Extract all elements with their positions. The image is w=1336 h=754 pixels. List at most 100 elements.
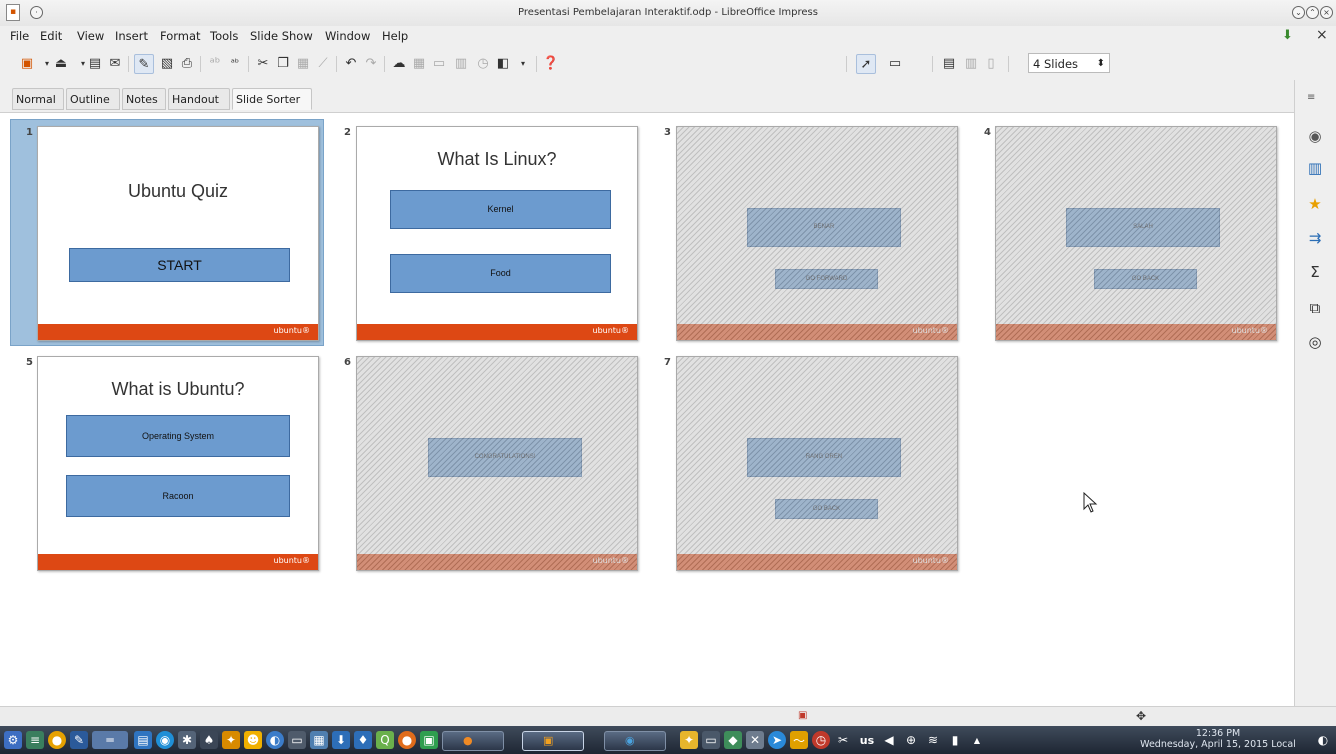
sidebar-menu-icon[interactable]: ≡ <box>1307 92 1315 103</box>
autospell-icon[interactable]: ᵃᵇ <box>226 54 244 72</box>
download-icon[interactable]: ⬇ <box>332 731 350 749</box>
menu-file[interactable]: File <box>10 29 29 43</box>
cut-icon[interactable]: ✂ <box>254 54 272 72</box>
maximize-icon[interactable]: ⌃ <box>1306 6 1319 19</box>
menu-window[interactable]: Window <box>325 29 370 43</box>
battery-icon[interactable]: ▮ <box>946 731 964 749</box>
alarm-tray-icon[interactable]: ◷ <box>812 731 830 749</box>
tab-notes[interactable]: Notes <box>122 88 166 110</box>
store-icon[interactable]: ✦ <box>680 731 698 749</box>
network-tool-icon[interactable]: ◐ <box>266 731 284 749</box>
edit-mode-icon[interactable]: ✎ <box>134 54 154 74</box>
menu-edit[interactable]: Edit <box>40 29 62 43</box>
screen-icon[interactable]: ▭ <box>288 731 306 749</box>
select-pointer-icon[interactable]: ➚ <box>856 54 876 74</box>
show-slide-icon[interactable]: ▯ <box>982 54 1000 72</box>
grid-icon[interactable]: ▥ <box>452 54 470 72</box>
slide-layout-icon[interactable]: ◧ <box>494 54 512 72</box>
tab-slide-sorter[interactable]: Slide Sorter <box>232 88 312 110</box>
redo-icon[interactable]: ↷ <box>362 54 380 72</box>
menu-format[interactable]: Format <box>160 29 201 43</box>
settings-icon[interactable]: ✱ <box>178 731 196 749</box>
slide-thumbnail-5[interactable]: What is Ubuntu? Operating System Racoon … <box>37 356 319 571</box>
document-modified-icon[interactable]: ▣ <box>798 710 807 721</box>
files-icon[interactable]: ▤ <box>134 731 152 749</box>
taskbar-clock[interactable]: 12:36 PM Wednesday, April 15, 2015 Local <box>1128 728 1308 750</box>
copy-icon[interactable]: ❐ <box>274 54 292 72</box>
clone-formatting-icon[interactable]: ⟋ <box>314 54 332 72</box>
email-icon[interactable]: ✉ <box>106 54 124 72</box>
display-tray-icon[interactable]: ▭ <box>702 731 720 749</box>
navigator-icon[interactable]: ⇉ <box>1305 228 1325 248</box>
animation-icon[interactable]: ⧉ <box>1305 298 1325 318</box>
paint-icon[interactable]: ✦ <box>222 731 240 749</box>
layout-dropdown-icon[interactable]: ▾ <box>514 54 532 72</box>
qt-icon[interactable]: Q <box>376 731 394 749</box>
usb-icon[interactable]: ⊕ <box>902 731 920 749</box>
logout-icon[interactable]: ◐ <box>1314 731 1332 749</box>
messenger-icon[interactable]: ☻ <box>244 731 262 749</box>
telegram-tray-icon[interactable]: ➤ <box>768 731 786 749</box>
wifi-icon[interactable]: ≋ <box>924 731 942 749</box>
keyboard-layout[interactable]: us <box>856 731 878 749</box>
slides-per-row-spinner[interactable]: 4 Slides ⬍ <box>1028 53 1110 73</box>
menu-insert[interactable]: Insert <box>115 29 148 43</box>
menu-slide-show[interactable]: Slide Show <box>250 29 313 43</box>
task-window-other[interactable]: ◉ <box>604 731 666 751</box>
notes-icon[interactable]: ▦ <box>310 731 328 749</box>
terminal-icon[interactable]: ♠ <box>200 731 218 749</box>
undo-icon[interactable]: ↶ <box>342 54 360 72</box>
slide-transition-icon[interactable]: Σ <box>1305 262 1325 282</box>
text-editor-icon[interactable]: ✎ <box>70 731 88 749</box>
spelling-icon[interactable]: ᵃᵇ <box>206 54 224 72</box>
hyperlink-icon[interactable]: ☁ <box>390 54 408 72</box>
save-icon[interactable]: ▤ <box>86 54 104 72</box>
system-monitor-icon[interactable]: ▣ <box>420 731 438 749</box>
master-slides-icon[interactable]: ◉ <box>1305 126 1325 146</box>
water-drop-icon[interactable]: ♦ <box>354 731 372 749</box>
zoom-slider-icon[interactable]: ✥ <box>1136 709 1146 723</box>
app-launcher-icon[interactable]: ≡ <box>26 731 44 749</box>
hide-slide-icon[interactable]: ▥ <box>962 54 980 72</box>
clipboard-tray-icon[interactable]: ✂ <box>834 731 852 749</box>
help-icon[interactable]: ❓ <box>542 54 560 72</box>
open-icon[interactable]: ⏏ <box>52 54 70 72</box>
workspace-switcher-icon[interactable]: ═ <box>92 731 128 749</box>
styles-icon[interactable]: ◎ <box>1305 332 1325 352</box>
close-document-icon[interactable]: × <box>1316 27 1328 43</box>
new-document-icon[interactable]: ▣ <box>18 54 36 72</box>
menu-view[interactable]: View <box>77 29 104 43</box>
spinner-arrows-icon[interactable]: ⬍ <box>1097 54 1105 74</box>
tab-outline[interactable]: Outline <box>66 88 120 110</box>
timer-icon[interactable]: ◷ <box>474 54 492 72</box>
slide-thumbnail-7[interactable]: RANG OREN GO BACK ubuntu® <box>676 356 958 571</box>
close-icon[interactable]: × <box>1320 6 1333 19</box>
tools-tray-icon[interactable]: ✕ <box>746 731 764 749</box>
slide-thumbnail-4[interactable]: SALAH GO BACK ubuntu® <box>995 126 1277 341</box>
volume-icon[interactable]: ◀ <box>880 731 898 749</box>
paste-icon[interactable]: ▦ <box>294 54 312 72</box>
browser-icon[interactable]: ◉ <box>156 731 174 749</box>
slide-show-icon[interactable]: ▭ <box>886 54 904 72</box>
kde-menu-icon[interactable]: ⚙ <box>4 731 22 749</box>
new-slide-icon[interactable]: ▤ <box>940 54 958 72</box>
update-icon[interactable]: ⬇ <box>1282 28 1293 43</box>
slide-thumbnail-6[interactable]: CONGRATULATIONS! ubuntu® <box>356 356 638 571</box>
wave-tray-icon[interactable]: 〜 <box>790 731 808 749</box>
task-window-impress[interactable]: ▣ <box>522 731 584 751</box>
tab-normal[interactable]: Normal <box>12 88 64 110</box>
table-icon[interactable]: ▦ <box>410 54 428 72</box>
firefox-icon[interactable]: ● <box>398 731 416 749</box>
book-tray-icon[interactable]: ◆ <box>724 731 742 749</box>
slide-thumbnail-1[interactable]: Ubuntu Quiz START ubuntu® <box>37 126 319 341</box>
firefox-launcher-icon[interactable]: ● <box>48 731 66 749</box>
slide-thumbnail-2[interactable]: What Is Linux? Kernel Food ubuntu® <box>356 126 638 341</box>
tray-expand-icon[interactable]: ▲ <box>968 731 986 749</box>
properties-icon[interactable]: ▥ <box>1305 158 1325 178</box>
minimize-icon[interactable]: ⌄ <box>1292 6 1305 19</box>
slide-thumbnail-3[interactable]: BENAR GO FORWARD ubuntu® <box>676 126 958 341</box>
chart-icon[interactable]: ▭ <box>430 54 448 72</box>
export-pdf-icon[interactable]: ▧ <box>158 54 176 72</box>
gallery-star-icon[interactable]: ★ <box>1305 194 1325 214</box>
menu-tools[interactable]: Tools <box>210 29 238 43</box>
